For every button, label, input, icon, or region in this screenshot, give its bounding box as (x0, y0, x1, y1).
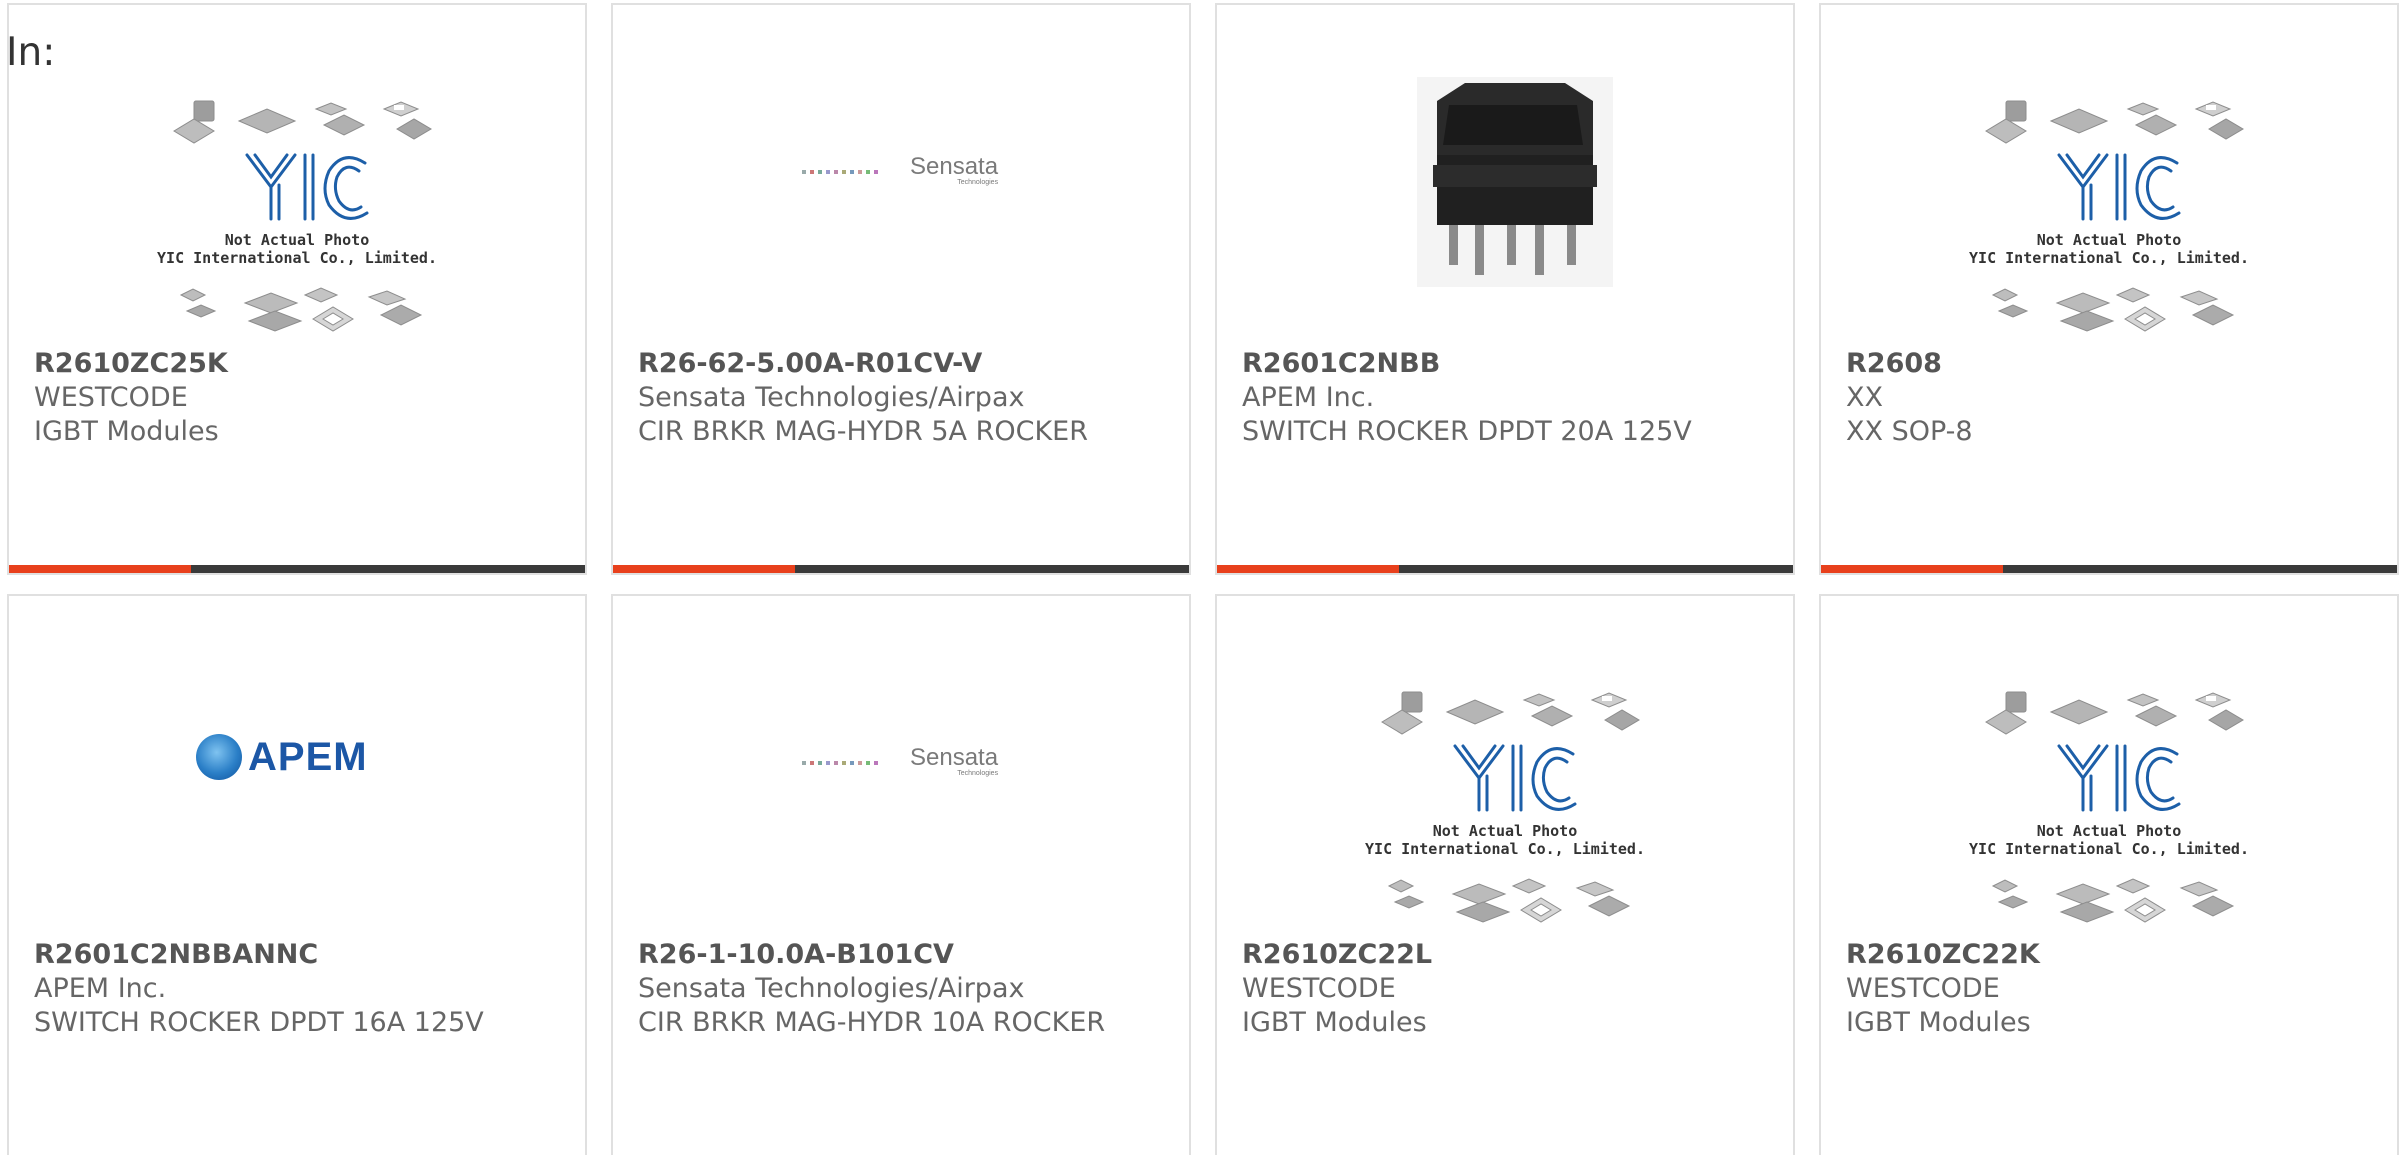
part-number-link[interactable]: R2601C2NBBANNC (34, 938, 565, 972)
product-card[interactable]: R2601C2NBB APEM Inc. SWITCH ROCKER DPDT 20… (1215, 3, 1795, 575)
sensata-logo: Sensata Technologies (800, 746, 998, 777)
product-info: R2610ZC22L WESTCODE IGBT Modules (1242, 938, 1773, 1040)
manufacturer: WESTCODE (34, 382, 188, 413)
product-description: IGBT Modules (1846, 1007, 2031, 1038)
placeholder-line2: YIC International Co., Limited. (1365, 840, 1645, 858)
apem-globe-icon (196, 734, 242, 780)
product-info: R26-62-5.00A-R01CV-V Sensata Technologies… (638, 347, 1169, 449)
card-bottom-bar (1217, 565, 1793, 573)
product-info: R2610ZC25K WESTCODE IGBT Modules (34, 347, 565, 449)
product-card[interactable]: APEM R2601C2NBBANNC APEM Inc. SWITCH ROCKER… (7, 594, 587, 1155)
product-info: R26-1-10.0A-B101CV Sensata Technologies/A… (638, 938, 1169, 1040)
placeholder-caption: Not Actual Photo YIC International Co., L… (9, 231, 585, 267)
card-accent-bar (1217, 565, 1399, 573)
chip-icons-bottom (1991, 878, 2235, 923)
product-image[interactable]: Not Actual Photo YIC International Co., L… (1821, 5, 2397, 345)
product-description: IGBT Modules (34, 416, 219, 447)
product-info: R2601C2NBBANNC APEM Inc. SWITCH ROCKER DPD… (34, 938, 565, 1040)
product-grid-page: In: Not Actual Photo YIC International C… (0, 0, 2400, 1155)
chip-icons-bottom (1991, 287, 2235, 332)
product-card[interactable]: Not Actual Photo YIC International Co., L… (1819, 594, 2399, 1155)
product-image[interactable] (1217, 5, 1793, 345)
product-description: SWITCH ROCKER DPDT 16A 125V (34, 1007, 484, 1038)
product-card[interactable]: Not Actual Photo YIC International Co., L… (1819, 3, 2399, 575)
apem-logo: APEM (196, 734, 368, 780)
card-bottom-bar (9, 565, 585, 573)
chip-icons-bottom (179, 287, 423, 332)
product-info: R2608 XX XX SOP-8 (1846, 347, 2377, 449)
manufacturer: WESTCODE (1242, 973, 1396, 1004)
placeholder-caption: Not Actual Photo YIC International Co., L… (1821, 231, 2397, 267)
placeholder-line1: Not Actual Photo (1432, 822, 1578, 840)
product-description: CIR BRKR MAG-HYDR 5A ROCKER (638, 416, 1088, 447)
product-card[interactable]: Sensata Technologies R26-1-10.0A-B101CV Sen… (611, 594, 1191, 1155)
part-number-link[interactable]: R2601C2NBB (1242, 347, 1773, 381)
part-number-link[interactable]: R26-1-10.0A-B101CV (638, 938, 1169, 972)
sensata-name: Sensata (910, 744, 999, 771)
manufacturer: XX (1846, 382, 1883, 413)
sensata-sub: Technologies (957, 770, 999, 777)
manufacturer: APEM Inc. (1242, 382, 1375, 413)
manufacturer: WESTCODE (1846, 973, 2000, 1004)
part-number-link[interactable]: R26-62-5.00A-R01CV-V (638, 347, 1169, 381)
placeholder-line1: Not Actual Photo (2036, 822, 2182, 840)
card-bottom-bar (613, 565, 1189, 573)
placeholder-line1: Not Actual Photo (2036, 231, 2182, 249)
product-image[interactable]: Sensata Technologies (613, 5, 1189, 345)
placeholder-line1: Not Actual Photo (224, 231, 370, 249)
part-number-link[interactable]: R2610ZC22K (1846, 938, 2377, 972)
card-accent-bar (613, 565, 795, 573)
product-image[interactable]: Not Actual Photo YIC International Co., L… (9, 5, 585, 345)
rocker-switch-photo (1217, 5, 1793, 349)
card-accent-bar (1821, 565, 2003, 573)
part-number-link[interactable]: R2610ZC22L (1242, 938, 1773, 972)
product-card[interactable]: Not Actual Photo YIC International Co., L… (1215, 594, 1795, 1155)
placeholder-caption: Not Actual Photo YIC International Co., L… (1821, 822, 2397, 858)
product-image[interactable]: Not Actual Photo YIC International Co., L… (1821, 596, 2397, 936)
placeholder-line2: YIC International Co., Limited. (1969, 249, 2249, 267)
in-label: In: (6, 30, 56, 75)
apem-wordmark: APEM (248, 734, 368, 779)
placeholder-line2: YIC International Co., Limited. (157, 249, 437, 267)
rocker-switch-icon (1417, 77, 1613, 287)
product-info: R2601C2NBB APEM Inc. SWITCH ROCKER DPDT 20… (1242, 347, 1773, 449)
manufacturer: APEM Inc. (34, 973, 167, 1004)
product-info: R2610ZC22K WESTCODE IGBT Modules (1846, 938, 2377, 1040)
product-image[interactable]: APEM (9, 596, 585, 936)
product-description: IGBT Modules (1242, 1007, 1427, 1038)
card-accent-bar (9, 565, 191, 573)
product-description: SWITCH ROCKER DPDT 20A 125V (1242, 416, 1692, 447)
placeholder-line2: YIC International Co., Limited. (1969, 840, 2249, 858)
product-description: CIR BRKR MAG-HYDR 10A ROCKER (638, 1007, 1106, 1038)
product-card[interactable]: Not Actual Photo YIC International Co., L… (7, 3, 587, 575)
manufacturer: Sensata Technologies/Airpax (638, 382, 1025, 413)
placeholder-caption: Not Actual Photo YIC International Co., L… (1217, 822, 1793, 858)
part-number-link[interactable]: R2610ZC25K (34, 347, 565, 381)
chip-icons-bottom (1387, 878, 1631, 923)
product-description: XX SOP-8 (1846, 416, 1973, 447)
product-image[interactable]: Not Actual Photo YIC International Co., L… (1217, 596, 1793, 936)
manufacturer: Sensata Technologies/Airpax (638, 973, 1025, 1004)
sensata-sub: Technologies (957, 179, 999, 186)
sensata-logo: Sensata Technologies (800, 155, 998, 186)
product-card[interactable]: Sensata Technologies R26-62-5.00A-R01CV-V S… (611, 3, 1191, 575)
sensata-dots-icon (800, 753, 910, 771)
card-bottom-bar (1821, 565, 2397, 573)
part-number-link[interactable]: R2608 (1846, 347, 2377, 381)
sensata-name: Sensata (910, 153, 999, 180)
sensata-dots-icon (800, 162, 910, 180)
product-image[interactable]: Sensata Technologies (613, 596, 1189, 936)
